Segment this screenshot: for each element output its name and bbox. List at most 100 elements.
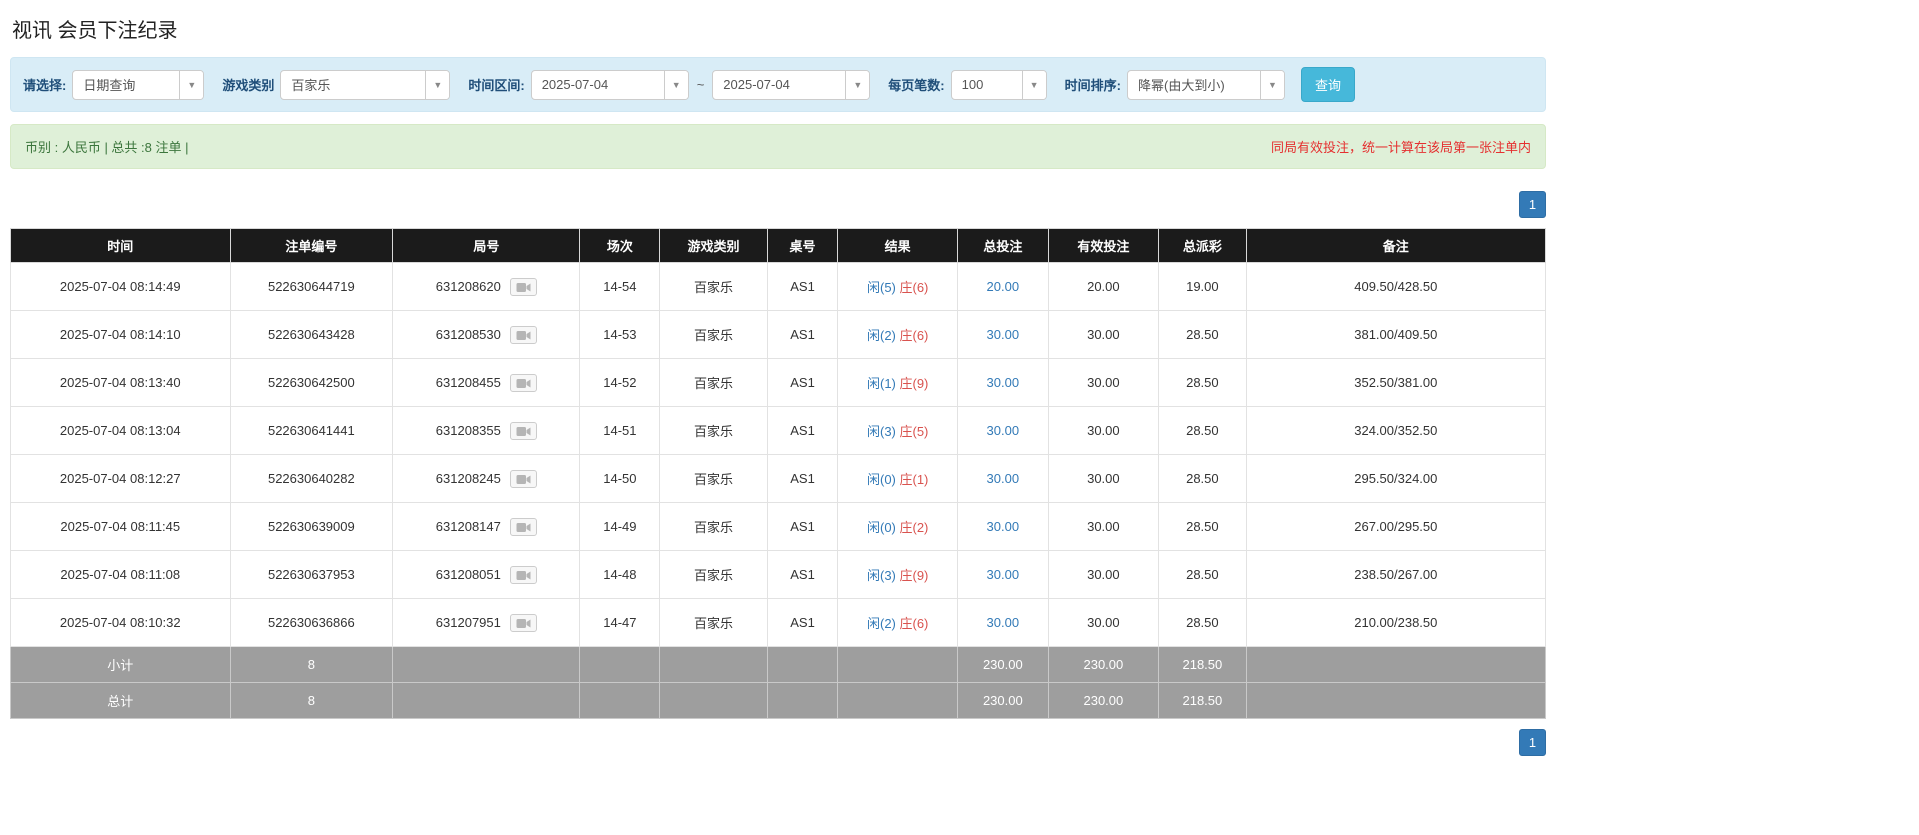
header-game-type: 游戏类别 <box>659 228 768 263</box>
date-to-select[interactable]: 2025-07-04 ▼ <box>712 69 871 100</box>
total-bet-link[interactable]: 30.00 <box>987 471 1020 486</box>
per-page-value: 100 <box>961 77 984 92</box>
result-player: 闲(3) <box>866 568 896 583</box>
game-type-select[interactable]: 百家乐 ▼ <box>280 69 451 100</box>
page-button-1[interactable]: 1 <box>1519 191 1546 218</box>
total-bet-link[interactable]: 30.00 <box>987 519 1020 534</box>
table-row: 2025-07-04 08:11:45 522630639009 6312081… <box>10 502 1547 551</box>
per-page-select[interactable]: 100 ▼ <box>950 69 1047 100</box>
cell-result: 闲(0) 庄(1) <box>837 454 959 503</box>
cell-table-no: AS1 <box>766 454 839 503</box>
total-bet-link[interactable]: 30.00 <box>987 375 1020 390</box>
cell-payout: 28.50 <box>1158 598 1247 647</box>
chevron-down-icon[interactable]: ▼ <box>663 70 688 99</box>
round-id-value: 631208147 <box>435 519 501 534</box>
video-replay-button[interactable] <box>509 421 537 440</box>
result-banker: 庄(2) <box>899 520 929 535</box>
header-bet-id: 注单编号 <box>229 228 394 263</box>
cell-result: 闲(3) 庄(5) <box>837 406 959 455</box>
video-replay-button[interactable] <box>509 517 537 536</box>
chevron-down-icon[interactable]: ▼ <box>1021 70 1046 99</box>
video-camera-icon <box>516 474 531 484</box>
cell-valid-bet: 30.00 <box>1047 406 1160 455</box>
total-bet-link[interactable]: 30.00 <box>987 423 1020 438</box>
cell-table-no: AS1 <box>766 358 839 407</box>
cell-result: 闲(0) 庄(2) <box>837 502 959 551</box>
cell-session: 14-52 <box>579 358 661 407</box>
cell-bet-id: 522630640282 <box>229 454 394 503</box>
video-camera-icon <box>516 378 531 388</box>
cell-payout: 28.50 <box>1158 502 1247 551</box>
cell-round-id: 631208245 <box>392 454 581 503</box>
chevron-down-icon[interactable]: ▼ <box>845 70 870 99</box>
per-page-label: 每页笔数: <box>888 78 945 93</box>
cell-session: 14-53 <box>579 310 661 359</box>
total-bet-link[interactable]: 30.00 <box>987 327 1020 342</box>
cell-time: 2025-07-04 08:11:08 <box>10 550 231 599</box>
pagination-top: 1 <box>10 191 1546 218</box>
round-id-value: 631208051 <box>435 567 501 582</box>
page-button-1[interactable]: 1 <box>1519 729 1546 756</box>
date-to-value: 2025-07-04 <box>723 77 790 92</box>
header-session: 场次 <box>579 228 661 263</box>
grand-total-payout: 218.50 <box>1158 682 1247 719</box>
cell-game-type: 百家乐 <box>659 598 768 647</box>
cell-remark: 238.50/267.00 <box>1245 550 1547 599</box>
video-replay-button[interactable] <box>509 565 537 584</box>
cell-session: 14-50 <box>579 454 661 503</box>
total-bet-link[interactable]: 30.00 <box>987 615 1020 630</box>
cell-round-id: 631207951 <box>392 598 581 647</box>
cell-bet-id: 522630642500 <box>229 358 394 407</box>
result-player: 闲(3) <box>866 424 896 439</box>
query-type-label: 请选择: <box>23 78 67 93</box>
result-banker: 庄(9) <box>899 568 929 583</box>
round-id-value: 631208245 <box>435 471 501 486</box>
result-player: 闲(0) <box>866 472 896 487</box>
video-replay-button[interactable] <box>509 277 537 296</box>
cell-game-type: 百家乐 <box>659 310 768 359</box>
cell-table-no: AS1 <box>766 406 839 455</box>
result-banker: 庄(9) <box>899 376 929 391</box>
date-from-select[interactable]: 2025-07-04 ▼ <box>530 69 689 100</box>
video-replay-button[interactable] <box>509 325 537 344</box>
subtotal-row: 小计 8 230.00 230.00 218.50 <box>10 646 1547 683</box>
cell-session: 14-47 <box>579 598 661 647</box>
total-bet-link[interactable]: 20.00 <box>987 279 1020 294</box>
table-row: 2025-07-04 08:10:32 522630636866 6312079… <box>10 598 1547 647</box>
cell-time: 2025-07-04 08:10:32 <box>10 598 231 647</box>
cell-game-type: 百家乐 <box>659 262 768 311</box>
cell-payout: 28.50 <box>1158 358 1247 407</box>
cell-session: 14-49 <box>579 502 661 551</box>
video-camera-icon <box>516 618 531 628</box>
cell-remark: 381.00/409.50 <box>1245 310 1547 359</box>
chevron-down-icon[interactable]: ▼ <box>1259 70 1284 99</box>
table-header-row: 时间 注单编号 局号 场次 游戏类别 桌号 结果 总投注 有效投注 总派彩 备注 <box>10 228 1547 263</box>
sort-order-select[interactable]: 降幂(由大到小) ▼ <box>1126 69 1285 100</box>
table-row: 2025-07-04 08:13:40 522630642500 6312084… <box>10 358 1547 407</box>
result-player: 闲(2) <box>866 616 896 631</box>
header-remark: 备注 <box>1245 228 1547 263</box>
chevron-down-icon[interactable]: ▼ <box>425 70 450 99</box>
chevron-down-icon[interactable]: ▼ <box>179 70 204 99</box>
total-bet-link[interactable]: 30.00 <box>987 567 1020 582</box>
cell-round-id: 631208530 <box>392 310 581 359</box>
cell-round-id: 631208620 <box>392 262 581 311</box>
range-separator: ~ <box>696 77 705 92</box>
result-banker: 庄(6) <box>899 616 929 631</box>
query-type-select[interactable]: 日期查询 ▼ <box>72 69 205 100</box>
round-id-value: 631208455 <box>435 375 501 390</box>
video-replay-button[interactable] <box>509 613 537 632</box>
video-replay-button[interactable] <box>509 373 537 392</box>
search-button[interactable]: 查询 <box>1300 67 1355 102</box>
cell-game-type: 百家乐 <box>659 358 768 407</box>
header-time: 时间 <box>10 228 231 263</box>
video-replay-button[interactable] <box>509 469 537 488</box>
subtotal-total-bet: 230.00 <box>957 646 1049 683</box>
subtotal-label: 小计 <box>10 646 231 683</box>
cell-session: 14-48 <box>579 550 661 599</box>
date-from-value: 2025-07-04 <box>541 77 609 92</box>
cell-valid-bet: 30.00 <box>1047 502 1160 551</box>
cell-round-id: 631208051 <box>392 550 581 599</box>
cell-table-no: AS1 <box>766 262 839 311</box>
round-id-value: 631208530 <box>435 327 501 342</box>
